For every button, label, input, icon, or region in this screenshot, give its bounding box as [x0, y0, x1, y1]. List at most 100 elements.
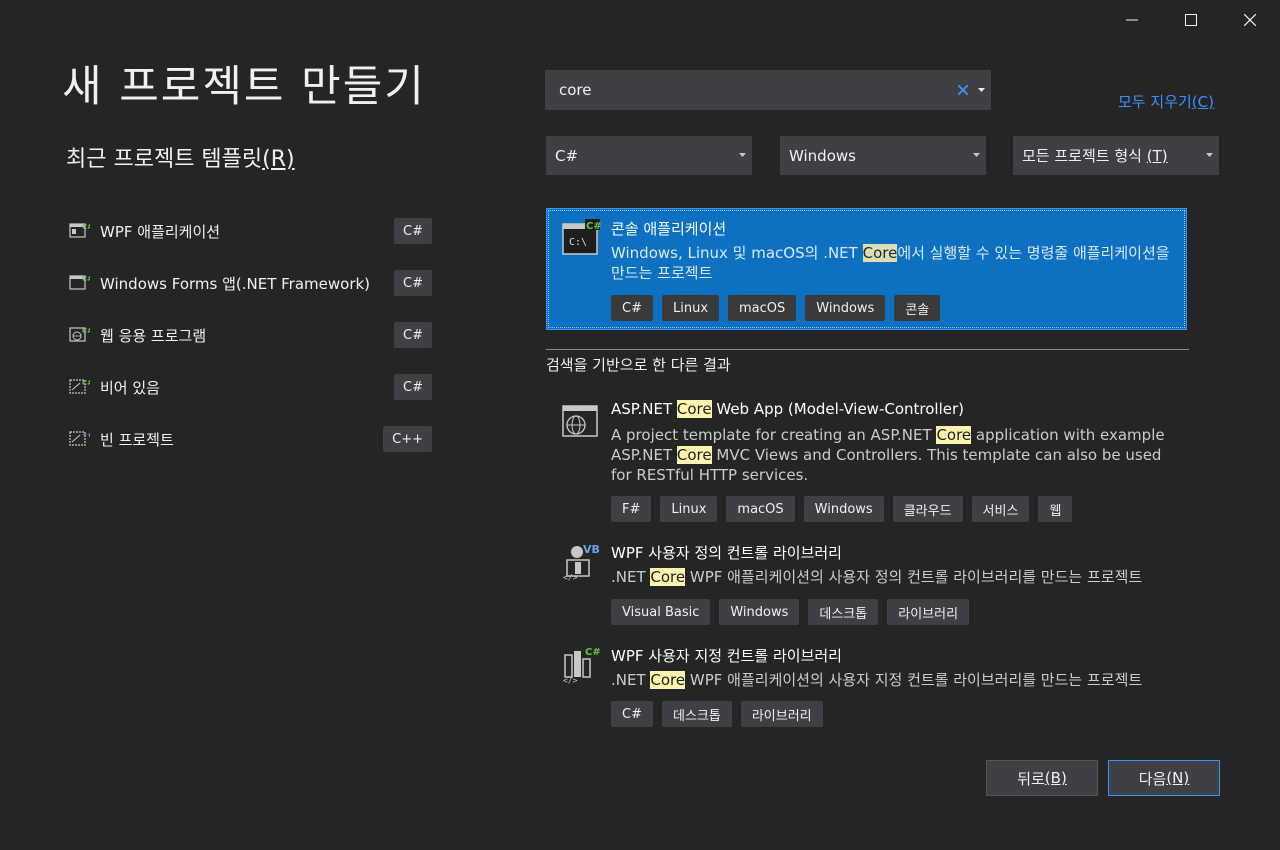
tag: 데스크톱 — [808, 599, 879, 625]
tag: Windows — [719, 599, 800, 625]
wpf-control-library-cs-icon: </> C# — [563, 645, 601, 685]
project-type-filter-text: 모든 프로젝트 형식 — [1022, 147, 1142, 165]
tag: 웹 — [1038, 496, 1073, 522]
wpf-control-library-vb-icon: </> VB — [563, 543, 600, 582]
close-icon — [1244, 14, 1256, 26]
clear-search-icon — [958, 85, 968, 95]
tag: F# — [611, 496, 652, 522]
template-title: WPF 사용자 정의 컨트롤 라이브러리 — [611, 544, 842, 562]
language-badge: C# — [394, 270, 432, 296]
recent-item-winforms-app[interactable]: C# Windows Forms 앱(.NET Framework) C# — [68, 257, 432, 309]
minimize-icon — [1126, 19, 1138, 21]
next-button-label: 다음 — [1138, 769, 1167, 788]
tag: Windows — [803, 496, 884, 522]
tag: 데스크톱 — [661, 701, 732, 727]
template-description: .NET Core WPF 애플리케이션의 사용자 정의 컨트롤 라이브러리를 … — [611, 567, 1171, 587]
language-badge: C# — [394, 374, 432, 400]
desc-text: A project template for creating an ASP.N… — [611, 426, 937, 444]
svg-text:</>: </> — [563, 676, 578, 685]
svg-text:VB: VB — [583, 543, 600, 556]
svg-text:C#: C# — [82, 379, 90, 387]
web-app-icon — [562, 405, 598, 437]
recent-item-label: 웹 응용 프로그램 — [100, 326, 207, 345]
tag: 콘솔 — [894, 295, 941, 321]
minimize-button[interactable] — [1102, 0, 1162, 40]
template-tags: F# Linux macOS Windows 클라우드 서비스 웹 — [611, 496, 1073, 522]
console-app-icon: C:\ C# — [562, 219, 601, 255]
desc-text: .NET — [611, 568, 651, 586]
tag: Windows — [805, 295, 886, 321]
winforms-app-icon: C# — [69, 275, 90, 290]
recent-item-label: WPF 애플리케이션 — [100, 222, 221, 241]
tag: Visual Basic — [611, 599, 711, 625]
tag: C# — [611, 295, 653, 321]
web-app-icon: C# — [69, 327, 90, 342]
search-highlight: Core — [650, 671, 686, 689]
search-history-dropdown[interactable] — [973, 70, 989, 110]
recent-templates-list: C# WPF 애플리케이션 C# C# Windows Forms 앱(.NET… — [68, 205, 432, 465]
template-tags: Visual Basic Windows 데스크톱 라이브러리 — [611, 599, 970, 625]
tag: C# — [611, 701, 653, 727]
tag: Linux — [661, 295, 720, 321]
template-description: A project template for creating an ASP.N… — [611, 425, 1171, 485]
search-highlight: Core — [862, 244, 898, 262]
recent-item-blank-project[interactable]: ++ 빈 프로젝트 C++ — [68, 413, 432, 465]
project-type-filter[interactable]: 모든 프로젝트 형식 (T) — [1013, 136, 1219, 175]
language-badge: C++ — [383, 426, 432, 452]
page-title: 새 프로젝트 만들기 — [62, 62, 426, 112]
template-description: Windows, Linux 및 macOS의 .NET Core에서 실행할 … — [611, 243, 1171, 283]
desc-text: WPF 애플리케이션의 사용자 지정 컨트롤 라이브러리를 만드는 프로젝트 — [685, 671, 1143, 689]
svg-text:C#: C# — [82, 327, 90, 335]
other-results-heading: 검색을 기반으로 한 다른 결과 — [546, 356, 731, 374]
language-filter-value: C# — [555, 146, 579, 165]
tag: 라이브러리 — [740, 701, 823, 727]
svg-text:C:\: C:\ — [569, 237, 587, 248]
title-text: Web App (Model-View-Controller) — [711, 400, 964, 418]
desc-text: WPF 애플리케이션의 사용자 정의 컨트롤 라이브러리를 만드는 프로젝트 — [685, 568, 1143, 586]
platform-filter[interactable]: Windows — [780, 136, 986, 175]
clear-all-accel: (C) — [1191, 93, 1214, 111]
recent-heading-text: 최근 프로젝트 템플릿 — [66, 147, 263, 172]
back-button-accel: (B) — [1044, 769, 1067, 787]
language-badge: C# — [394, 322, 432, 348]
chevron-down-icon — [739, 153, 746, 157]
tag: 라이브러리 — [887, 599, 970, 625]
clear-all-link[interactable]: 모두 지우기(C) — [1118, 91, 1214, 112]
empty-project-icon: C# — [69, 379, 90, 394]
language-filter[interactable]: C# — [546, 136, 752, 175]
platform-filter-value: Windows — [789, 146, 856, 165]
template-tags: C# 데스크톱 라이브러리 — [611, 701, 823, 727]
template-description: .NET Core WPF 애플리케이션의 사용자 지정 컨트롤 라이브러리를 … — [611, 670, 1171, 690]
title-text: ASP.NET — [611, 400, 677, 418]
svg-text:C#: C# — [585, 647, 601, 658]
svg-text:</>: </> — [563, 573, 578, 582]
recent-item-wpf-app[interactable]: C# WPF 애플리케이션 C# — [68, 205, 432, 257]
language-badge: C# — [394, 218, 432, 244]
search-highlight: Core — [936, 426, 972, 444]
project-type-filter-accel: (T) — [1146, 146, 1168, 165]
template-search-box — [545, 70, 991, 110]
search-input[interactable] — [545, 70, 953, 110]
chevron-down-icon — [973, 153, 980, 157]
desc-text: Windows, Linux 및 macOS의 .NET — [611, 244, 863, 262]
svg-text:++: ++ — [82, 432, 90, 439]
recent-item-web-app[interactable]: C# 웹 응용 프로그램 C# — [68, 309, 432, 361]
clear-search-button[interactable] — [953, 70, 973, 110]
svg-text:C#: C# — [586, 221, 601, 232]
template-title: ASP.NET Core Web App (Model-View-Control… — [611, 400, 964, 418]
divider — [546, 349, 1189, 350]
recent-heading-accel: (R) — [262, 147, 295, 172]
blank-project-icon: ++ — [69, 431, 90, 446]
recent-item-label: 비어 있음 — [100, 378, 160, 397]
back-button[interactable]: 뒤로 (B) — [986, 760, 1098, 796]
clear-all-text: 모두 지우기 — [1118, 93, 1192, 111]
next-button[interactable]: 다음 (N) — [1108, 760, 1220, 796]
chevron-down-icon — [977, 88, 985, 92]
chevron-down-icon — [1206, 153, 1213, 157]
search-highlight: Core — [676, 400, 712, 418]
recent-item-empty[interactable]: C# 비어 있음 C# — [68, 361, 432, 413]
maximize-button[interactable] — [1161, 0, 1221, 40]
close-button[interactable] — [1220, 0, 1280, 40]
tag: Linux — [660, 496, 718, 522]
svg-text:C#: C# — [82, 223, 90, 231]
